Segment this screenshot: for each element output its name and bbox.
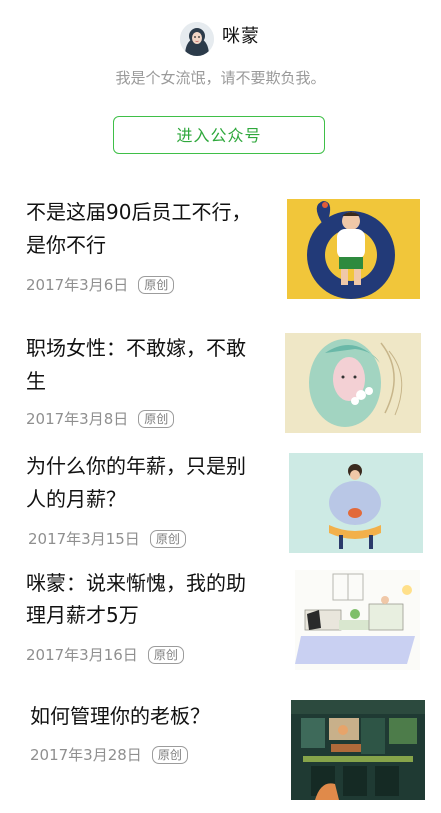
article-meta: 2017年3月8日 原创 [26, 409, 175, 429]
office-scene-illustration-icon [291, 700, 425, 800]
article-item[interactable]: 不是这届90后员工不行， 是你不行 2017年3月6日 原创 [0, 196, 441, 306]
article-date: 2017年3月6日 [26, 276, 129, 294]
original-badge: 原创 [151, 746, 188, 764]
person-sitting-illustration-icon [289, 453, 423, 553]
article-meta: 2017年3月15日 原创 [28, 529, 186, 549]
article-title-line: 为什么你的年薪，只是别 [26, 454, 246, 478]
account-description: 我是个女流氓，请不要欺负我。 [115, 69, 326, 87]
article-title-line: 不是这届90后员工不行， [26, 200, 252, 224]
original-badge: 原创 [149, 530, 186, 548]
article-meta: 2017年3月28日 原创 [30, 745, 188, 765]
article-meta: 2017年3月6日 原创 [26, 275, 175, 295]
article-meta: 2017年3月16日 原创 [26, 645, 184, 665]
article-title-line: 人的月薪？ [26, 487, 126, 511]
avatar[interactable] [180, 22, 214, 56]
article-date: 2017年3月28日 [30, 746, 142, 764]
article-title-line: 生 [26, 369, 46, 393]
article-item[interactable]: 为什么你的年薪，只是别 人的月薪？ 2017年3月15日 原创 [0, 450, 441, 560]
woman-portrait-illustration-icon [285, 333, 421, 433]
original-badge: 原创 [147, 646, 184, 664]
inflatable-ring-illustration-icon [287, 199, 420, 299]
living-room-illustration-icon [295, 570, 420, 670]
article-title-line: 理月薪才5万 [26, 603, 139, 627]
account-name: 咪蒙 [222, 26, 260, 47]
original-badge: 原创 [138, 276, 175, 294]
article-title-line: 是你不行 [26, 233, 106, 257]
enter-account-button[interactable]: 进入公众号 [113, 116, 325, 154]
article-item[interactable]: 职场女性：不敢嫁，不敢 生 2017年3月8日 原创 [0, 332, 441, 442]
article-date: 2017年3月15日 [28, 530, 140, 548]
article-title-line: 咪蒙：说来惭愧，我的助 [26, 571, 246, 595]
original-badge: 原创 [138, 410, 175, 428]
article-item[interactable]: 咪蒙：说来惭愧，我的助 理月薪才5万 2017年3月16日 原创 [0, 567, 441, 677]
account-header: 咪蒙 我是个女流氓，请不要欺负我。 进入公众号 [0, 0, 441, 170]
article-date: 2017年3月8日 [26, 410, 129, 428]
article-item[interactable]: 如何管理你的老板？ 2017年3月28日 原创 [0, 700, 441, 810]
article-date: 2017年3月16日 [26, 646, 138, 664]
article-title-line: 如何管理你的老板？ [30, 704, 210, 728]
article-title-line: 职场女性：不敢嫁，不敢 [26, 336, 246, 360]
